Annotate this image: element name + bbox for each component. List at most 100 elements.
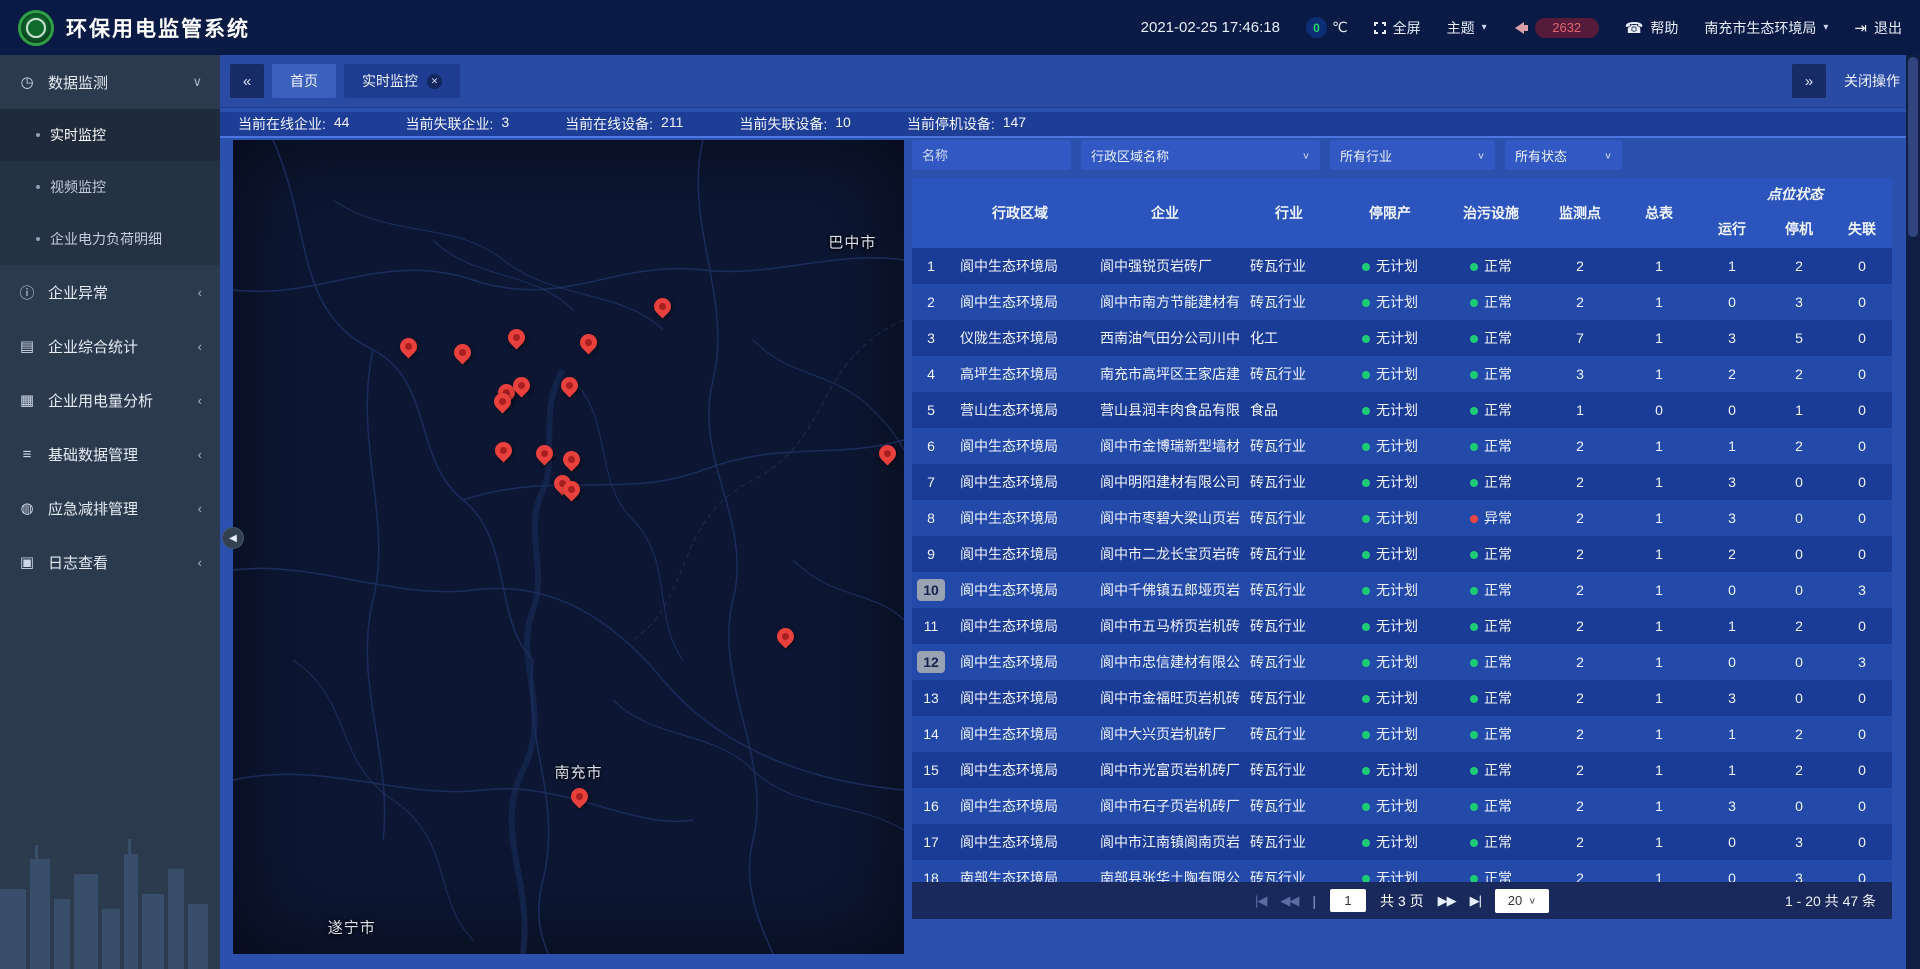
page-input[interactable] (1330, 889, 1366, 912)
sidebar-group-power-analysis[interactable]: ▦企业用电量分析‹ (0, 373, 220, 427)
status-dot-green (1470, 623, 1478, 631)
table-row[interactable]: 1阆中生态环境局阆中强锐页岩砖厂砖瓦行业无计划正常21120 (912, 248, 1892, 284)
name-filter-input[interactable] (912, 140, 1071, 170)
cell-facility: 正常 (1442, 356, 1540, 392)
sidebar-group-enterprise-stats[interactable]: ▤企业综合统计‹ (0, 319, 220, 373)
table-row[interactable]: 8阆中生态环境局阆中市枣碧大梁山页岩砖瓦行业无计划异常21300 (912, 500, 1892, 536)
cell-points: 2 (1540, 464, 1620, 500)
table-row[interactable]: 4高坪生态环境局南充市高坪区王家店建砖瓦行业无计划正常31220 (912, 356, 1892, 392)
cell-stopped: 2 (1766, 716, 1832, 752)
sidebar-group-label: 数据监测 (48, 72, 108, 93)
city-label: 遂宁市 (328, 917, 376, 938)
cell-meters: 1 (1620, 356, 1698, 392)
table-row[interactable]: 15阆中生态环境局阆中市光富页岩机砖厂砖瓦行业无计划正常21120 (912, 752, 1892, 788)
close-operations-button[interactable]: 关闭操作 (1844, 71, 1900, 91)
col-enterprise: 企业 (1090, 178, 1240, 248)
table-row[interactable]: 5营山生态环境局营山县润丰肉食品有限食品无计划正常10010 (912, 392, 1892, 428)
stat-value: 147 (1003, 114, 1026, 134)
next-page-button[interactable]: ▶▶ (1438, 893, 1456, 909)
tabs-scroll-right-button[interactable]: » (1792, 64, 1826, 98)
sidebar-group-label: 应急减排管理 (48, 498, 138, 519)
cell-facility: 正常 (1442, 644, 1540, 680)
prev-page-button[interactable]: ◀◀ (1280, 893, 1298, 909)
cell-index: 14 (912, 716, 950, 752)
col-industry: 行业 (1240, 178, 1338, 248)
cell-running: 0 (1698, 392, 1766, 428)
cell-stopped: 0 (1766, 464, 1832, 500)
sidebar-group-label: 企业综合统计 (48, 336, 138, 357)
table-row[interactable]: 12阆中生态环境局阆中市忠信建材有限公砖瓦行业无计划正常21003 (912, 644, 1892, 680)
tab-home[interactable]: 首页 (272, 64, 336, 98)
cell-stopped: 0 (1766, 500, 1832, 536)
cell-points: 2 (1540, 680, 1620, 716)
window-scrollbar[interactable] (1906, 55, 1920, 969)
cell-stopped: 3 (1766, 860, 1832, 882)
sidebar-item-power-load-detail[interactable]: 企业电力负荷明细 (0, 213, 220, 265)
status-dot-green (1470, 479, 1478, 487)
table-row[interactable]: 7阆中生态环境局阆中明阳建材有限公司砖瓦行业无计划正常21300 (912, 464, 1892, 500)
status-filter-select[interactable]: 所有状态 ∨ (1505, 140, 1622, 170)
table-row[interactable]: 6阆中生态环境局阆中市金博瑞新型墙材砖瓦行业无计划正常21120 (912, 428, 1892, 464)
cell-industry: 砖瓦行业 (1240, 644, 1338, 680)
cell-offline: 0 (1832, 716, 1892, 752)
tab-close-icon[interactable]: ✕ (427, 74, 442, 89)
sidebar-group-data-monitoring[interactable]: ◷数据监测∨ (0, 55, 220, 109)
tabs-scroll-left-button[interactable]: « (230, 64, 264, 98)
chevron-down-icon: ∨ (192, 74, 202, 90)
page-size-select[interactable]: 20 ∨ (1495, 889, 1549, 913)
cell-index: 1 (912, 248, 950, 284)
map-collapse-handle[interactable]: ◀ (222, 527, 244, 549)
table-row[interactable]: 16阆中生态环境局阆中市石子页岩机砖厂砖瓦行业无计划正常21300 (912, 788, 1892, 824)
cell-enterprise: 南充市高坪区王家店建 (1090, 356, 1240, 392)
org-dropdown[interactable]: 南充市生态环境局 ▾ (1704, 18, 1828, 38)
region-filter-select[interactable]: 行政区域名称 ∨ (1081, 140, 1320, 170)
table-row[interactable]: 17阆中生态环境局阆中市江南镇阆南页岩砖瓦行业无计划正常21030 (912, 824, 1892, 860)
table-row[interactable]: 3仪陇生态环境局西南油气田分公司川中化工无计划正常71350 (912, 320, 1892, 356)
help-button[interactable]: ☎ 帮助 (1625, 18, 1679, 38)
cell-running: 3 (1698, 320, 1766, 356)
table-row[interactable]: 11阆中生态环境局阆中市五马桥页岩机砖砖瓦行业无计划正常21120 (912, 608, 1892, 644)
table-row[interactable]: 13阆中生态环境局阆中市金福旺页岩机砖砖瓦行业无计划正常21300 (912, 680, 1892, 716)
cell-points: 2 (1540, 860, 1620, 882)
table-row[interactable]: 14阆中生态环境局阆中大兴页岩机砖厂砖瓦行业无计划正常21120 (912, 716, 1892, 752)
status-dot-green (1362, 299, 1370, 307)
cell-industry: 砖瓦行业 (1240, 716, 1338, 752)
status-dot-green (1362, 551, 1370, 559)
table-row[interactable]: 9阆中生态环境局阆中市二龙长宝页岩砖砖瓦行业无计划正常21200 (912, 536, 1892, 572)
map-panel[interactable]: 巴中市南充市遂宁市 (233, 140, 904, 954)
sidebar-group-emergency-reduction[interactable]: ◍应急减排管理‹ (0, 481, 220, 535)
sidebar-item-video-monitor[interactable]: 视频监控 (0, 161, 220, 213)
cell-facility: 正常 (1442, 392, 1540, 428)
cell-meters: 1 (1620, 608, 1698, 644)
cell-meters: 1 (1620, 788, 1698, 824)
theme-dropdown[interactable]: 主题 ▾ (1447, 18, 1487, 38)
stat-item: 当前失联企业:3 (405, 114, 509, 134)
cell-points: 2 (1540, 608, 1620, 644)
cell-enterprise: 阆中市光富页岩机砖厂 (1090, 752, 1240, 788)
status-dot-green (1470, 443, 1478, 451)
sidebar-item-realtime-monitor[interactable]: 实时监控 (0, 109, 220, 161)
sidebar-group-base-data[interactable]: ≡基础数据管理‹ (0, 427, 220, 481)
table-row[interactable]: 2阆中生态环境局阆中市南方节能建材有砖瓦行业无计划正常21030 (912, 284, 1892, 320)
cell-points: 2 (1540, 824, 1620, 860)
sidebar-group-enterprise-abnormal[interactable]: ⓘ企业异常‹ (0, 265, 220, 319)
fullscreen-button[interactable]: 全屏 (1374, 18, 1421, 38)
index-badge: 12 (917, 651, 945, 673)
cell-enterprise: 阆中市枣碧大梁山页岩 (1090, 500, 1240, 536)
cell-industry: 砖瓦行业 (1240, 356, 1338, 392)
last-page-button[interactable]: ▶| (1470, 893, 1481, 909)
status-dot-green (1470, 839, 1478, 847)
table-row[interactable]: 10阆中生态环境局阆中千佛镇五郎垭页岩砖瓦行业无计划正常21003 (912, 572, 1892, 608)
table-row[interactable]: 18南部生态环境局南部县张华土陶有限公砖瓦行业无计划正常21030 (912, 860, 1892, 882)
scrollbar-thumb[interactable] (1908, 57, 1918, 237)
alert-counter[interactable]: 2632 (1513, 18, 1599, 38)
industry-filter-select[interactable]: 所有行业 ∨ (1330, 140, 1495, 170)
cell-suspension: 无计划 (1338, 644, 1442, 680)
logout-button[interactable]: ⇥ 退出 (1854, 18, 1902, 38)
cell-facility: 正常 (1442, 824, 1540, 860)
cell-facility: 正常 (1442, 608, 1540, 644)
sidebar-group-log-view[interactable]: ▣日志查看‹ (0, 535, 220, 589)
first-page-button[interactable]: |◀ (1255, 893, 1266, 909)
tab-realtime[interactable]: 实时监控✕ (344, 64, 460, 98)
cell-suspension: 无计划 (1338, 788, 1442, 824)
